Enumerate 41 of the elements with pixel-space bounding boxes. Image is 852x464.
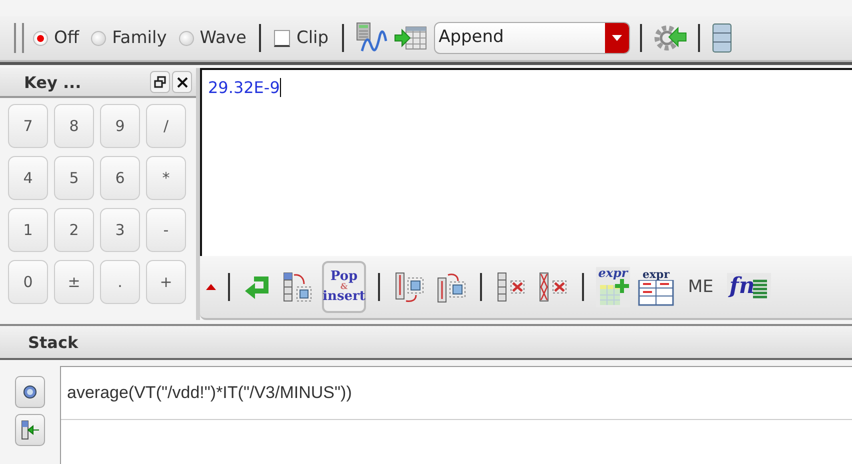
keypad-key[interactable]: 1 <box>8 208 48 252</box>
keypad-key[interactable]: 9 <box>100 104 140 148</box>
restore-icon <box>154 76 166 88</box>
keypad-key[interactable]: 6 <box>100 156 140 200</box>
function-button[interactable]: fn <box>727 273 771 301</box>
keypad-key[interactable]: 8 <box>54 104 94 148</box>
table-icon <box>638 280 674 306</box>
close-button[interactable] <box>172 71 192 93</box>
keypad-key[interactable]: 7 <box>8 104 48 148</box>
collapse-arrow-icon[interactable] <box>206 284 216 290</box>
keypad-key[interactable]: 3 <box>100 208 140 252</box>
expression-table-button[interactable]: expr <box>638 268 674 306</box>
keypad-key[interactable]: . <box>100 260 140 304</box>
mode-dropdown[interactable]: Append <box>434 22 630 54</box>
radio-button[interactable]: Family <box>88 28 170 48</box>
pop-and-insert-button[interactable]: Pop & insert <box>322 261 366 313</box>
float-button[interactable] <box>150 71 170 93</box>
keypad-key[interactable]: 2 <box>54 208 94 252</box>
keypad-key[interactable]: + <box>146 260 186 304</box>
database-icon[interactable] <box>710 21 734 55</box>
me-button[interactable]: ME <box>682 277 720 297</box>
keypad-key[interactable]: 5 <box>54 156 94 200</box>
radio-button[interactable]: Off <box>30 28 82 48</box>
clip-checkbox[interactable]: Clip <box>271 28 332 48</box>
grip-handle[interactable] <box>14 23 24 53</box>
stack-title: Stack <box>28 332 78 352</box>
keypad-key[interactable]: 4 <box>8 156 48 200</box>
radio-button[interactable]: Wave <box>176 28 250 48</box>
stack-button[interactable] <box>15 376 45 408</box>
stack-arrow-icon <box>20 420 40 440</box>
add-expression-button[interactable]: expr <box>596 267 630 307</box>
keypad-title: Key ... <box>24 72 82 92</box>
keypad-key[interactable]: * <box>146 156 186 200</box>
caret-icon <box>612 35 622 41</box>
keypad-key[interactable]: ± <box>54 260 94 304</box>
keypad-key[interactable]: / <box>146 104 186 148</box>
keypad-key[interactable]: - <box>146 208 186 252</box>
close-icon <box>176 76 188 88</box>
keypad-key[interactable]: 0 <box>8 260 48 304</box>
stack-button[interactable] <box>15 414 45 446</box>
display-field[interactable]: 29.32E-9 <box>200 68 852 256</box>
